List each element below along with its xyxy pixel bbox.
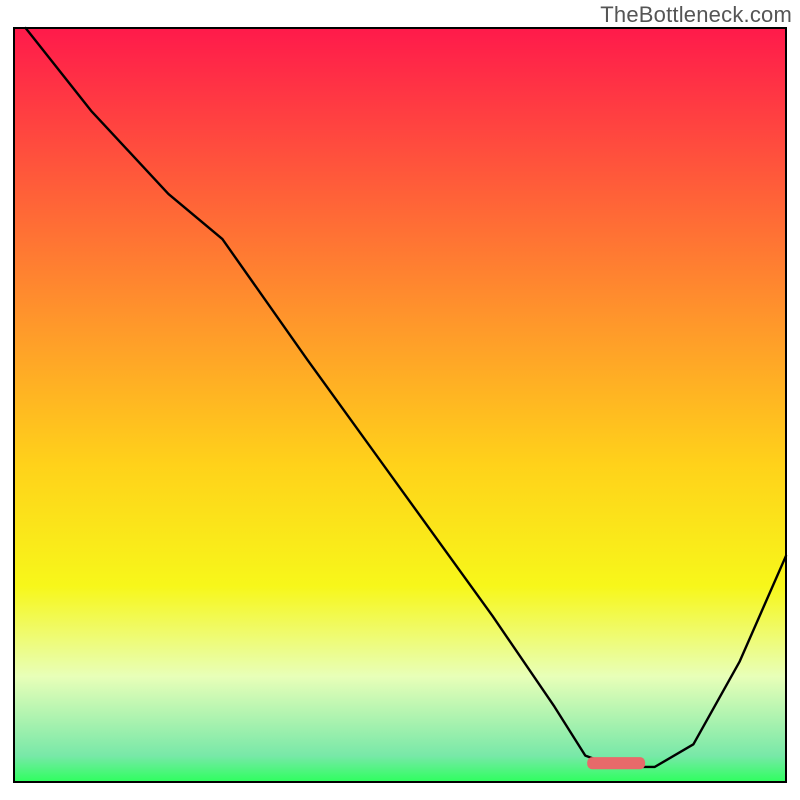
gradient-background [14,28,786,782]
chart-svg [0,0,800,800]
bottleneck-chart: TheBottleneck.com [0,0,800,800]
target-segment [587,757,645,769]
watermark-text: TheBottleneck.com [600,2,792,28]
